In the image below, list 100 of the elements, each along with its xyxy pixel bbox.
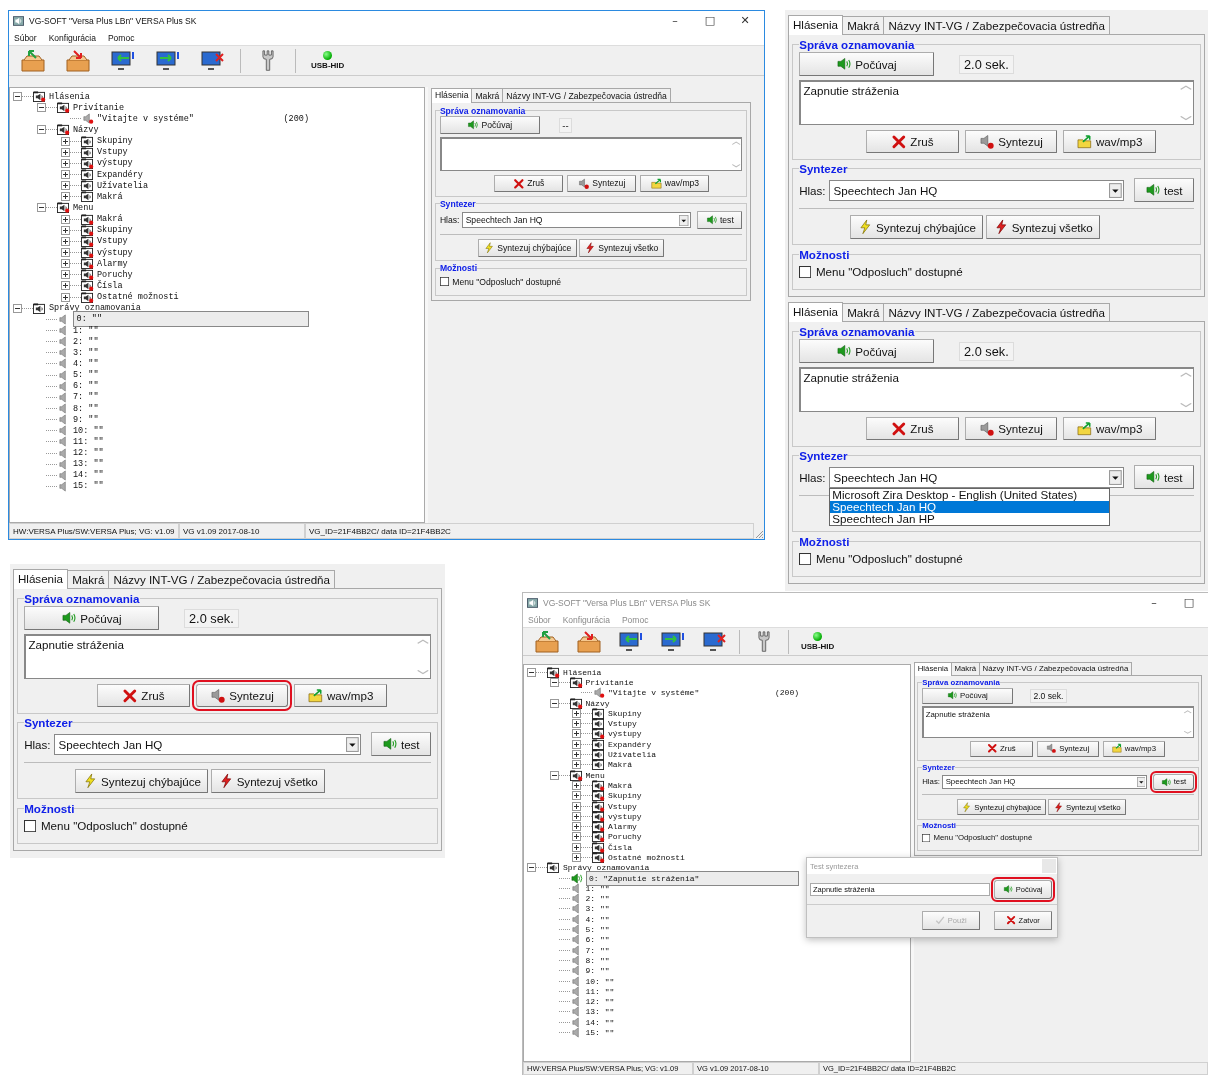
tree-item[interactable]: 8: "": [73, 403, 99, 414]
nav-item[interactable]: Konfigurácia: [48, 32, 96, 43]
voice-dropdown[interactable]: Speechtech Jan HQ: [54, 733, 362, 755]
message-text-field[interactable]: Zapnutie stráženia: [799, 80, 1194, 125]
expander-icon[interactable]: [61, 236, 70, 246]
tree-item[interactable]: 7: "": [73, 392, 99, 403]
tree-item[interactable]: výstupy: [97, 247, 133, 258]
monitor-arrow-icon[interactable]: [111, 49, 135, 72]
listen-button[interactable]: Počúvaj: [799, 52, 934, 77]
tree-item[interactable]: 13: "": [73, 459, 104, 470]
tree-item[interactable]: 14: "": [73, 470, 104, 481]
tree-item[interactable]: Užívatelia: [97, 180, 148, 191]
expander-icon[interactable]: [61, 181, 70, 191]
tree-item[interactable]: Skupiny: [97, 136, 133, 147]
listen-button[interactable]: test: [1133, 465, 1194, 490]
tab[interactable]: Názvy INT-VG / Zabezpečovacia ústredňa: [108, 570, 336, 588]
dropdown-option[interactable]: Microsoft Zira Desktop - English (United States): [830, 488, 1110, 501]
nav-item[interactable]: Súbor: [14, 32, 37, 43]
expander-icon[interactable]: [37, 203, 46, 213]
expander-icon[interactable]: [61, 248, 70, 258]
expander-icon[interactable]: [61, 225, 70, 235]
expander-icon[interactable]: [61, 192, 70, 202]
tree-item[interactable]: 3: "": [73, 347, 99, 358]
tree-item[interactable]: Expandéry: [97, 169, 143, 180]
synthesize-missing-button[interactable]: Syntezuj chýbajúce: [75, 769, 208, 794]
expander-icon[interactable]: [61, 136, 70, 146]
message-text-field[interactable]: Zapnutie stráženia: [799, 367, 1194, 412]
listen-button[interactable]: test: [1133, 178, 1194, 203]
tree-item[interactable]: Makrá: [97, 214, 123, 225]
tree-item[interactable]: 2: "": [73, 336, 99, 347]
listen-button[interactable]: test: [697, 211, 743, 229]
expander-icon[interactable]: [13, 303, 22, 313]
cancel-button[interactable]: Zruš: [866, 129, 959, 154]
expander-icon[interactable]: [61, 170, 70, 180]
message-text-field[interactable]: [439, 137, 743, 172]
tab[interactable]: Hlásenia: [787, 15, 844, 35]
synthesize-button[interactable]: Syntezuj: [964, 416, 1058, 441]
tree-item[interactable]: 12: "": [73, 448, 104, 459]
tab[interactable]: Názvy INT-VG / Zabezpečovacia ústredňa: [883, 303, 1111, 321]
expander-icon[interactable]: [37, 103, 46, 113]
expander-icon[interactable]: [37, 125, 46, 135]
expander-icon[interactable]: [61, 292, 70, 302]
tab[interactable]: Hlásenia: [787, 302, 844, 322]
tab[interactable]: Názvy INT-VG / Zabezpečovacia ústredňa: [883, 16, 1111, 34]
expander-icon[interactable]: [61, 270, 70, 280]
tree-item[interactable]: 4: "": [73, 358, 99, 369]
tree-item[interactable]: 11: "": [73, 436, 104, 447]
expander-icon[interactable]: [61, 259, 70, 269]
tree-item[interactable]: 5: "": [73, 370, 99, 381]
synthesize-all-button[interactable]: Syntezuj všetko: [210, 769, 325, 794]
tree-item[interactable]: Ostatné možnosti: [97, 292, 179, 303]
checkbox[interactable]: [799, 265, 812, 278]
file-button[interactable]: wav/mp3: [1063, 416, 1156, 441]
tree-item[interactable]: Privítanie: [73, 102, 124, 113]
tree-item[interactable]: Hlásenia: [49, 91, 90, 102]
nav-item[interactable]: Pomoc: [107, 32, 135, 43]
listen-button[interactable]: Počúvaj: [799, 339, 934, 364]
checkbox[interactable]: [24, 819, 37, 832]
synthesize-missing-button[interactable]: Syntezuj chýbajúce: [477, 238, 577, 257]
expander-icon[interactable]: [13, 92, 22, 102]
monitor-cross-icon[interactable]: [201, 49, 225, 72]
tree-item[interactable]: Správy oznamovania: [49, 303, 141, 314]
expander-icon[interactable]: [61, 158, 70, 168]
window-control-button[interactable]: –: [660, 14, 690, 27]
message-text-field[interactable]: Zapnutie stráženia: [24, 634, 431, 679]
listen-button[interactable]: Počúvaj: [439, 116, 540, 135]
dropdown-option[interactable]: Speechtech Jan HQ: [830, 500, 1110, 514]
tree-item[interactable]: Názvy: [73, 125, 99, 135]
voice-dropdown[interactable]: Speechtech Jan HQ: [829, 466, 1125, 488]
cancel-button[interactable]: Zruš: [866, 416, 959, 441]
synthesize-button[interactable]: Syntezuj: [964, 129, 1058, 154]
tree-item[interactable]: 1: "": [73, 325, 99, 336]
listen-button[interactable]: Počúvaj: [24, 606, 159, 631]
listen-button[interactable]: test: [370, 732, 431, 757]
tray-arrow-icon[interactable]: [66, 49, 90, 72]
tree-item[interactable]: Poruchy: [97, 269, 133, 280]
tree-item[interactable]: "Vitajte v systéme": [97, 113, 194, 124]
tab[interactable]: Hlásenia: [12, 569, 69, 589]
expander-icon[interactable]: [61, 281, 70, 291]
cancel-button[interactable]: Zruš: [494, 174, 564, 193]
tree-item[interactable]: Makrá: [97, 191, 123, 202]
tab[interactable]: Názvy INT-VG / Zabezpečovacia ústredňa: [502, 88, 671, 103]
tree-item[interactable]: Menu: [73, 202, 94, 213]
expander-icon[interactable]: [61, 147, 70, 157]
tree-item[interactable]: 6: "": [73, 381, 99, 392]
tree-item[interactable]: Čísla: [97, 280, 123, 291]
dropdown-option[interactable]: Speechtech Jan HP: [830, 513, 1110, 526]
checkbox[interactable]: [799, 552, 812, 565]
cancel-button[interactable]: Zruš: [97, 683, 190, 708]
window-control-button[interactable]: ✕: [730, 14, 760, 27]
tree-item[interactable]: Skupiny: [97, 225, 133, 236]
synthesize-button[interactable]: Syntezuj: [567, 174, 637, 193]
tree-item[interactable]: Vstupy: [97, 236, 128, 247]
synthesize-all-button[interactable]: Syntezuj všetko: [578, 238, 664, 257]
tray-arrow-icon[interactable]: [21, 49, 45, 72]
checkbox[interactable]: [439, 277, 449, 287]
resize-grip-icon[interactable]: [754, 529, 764, 539]
tree-item[interactable]: výstupy: [97, 158, 133, 169]
tree-item[interactable]: Alarmy: [97, 258, 128, 269]
file-button[interactable]: wav/mp3: [294, 683, 387, 708]
